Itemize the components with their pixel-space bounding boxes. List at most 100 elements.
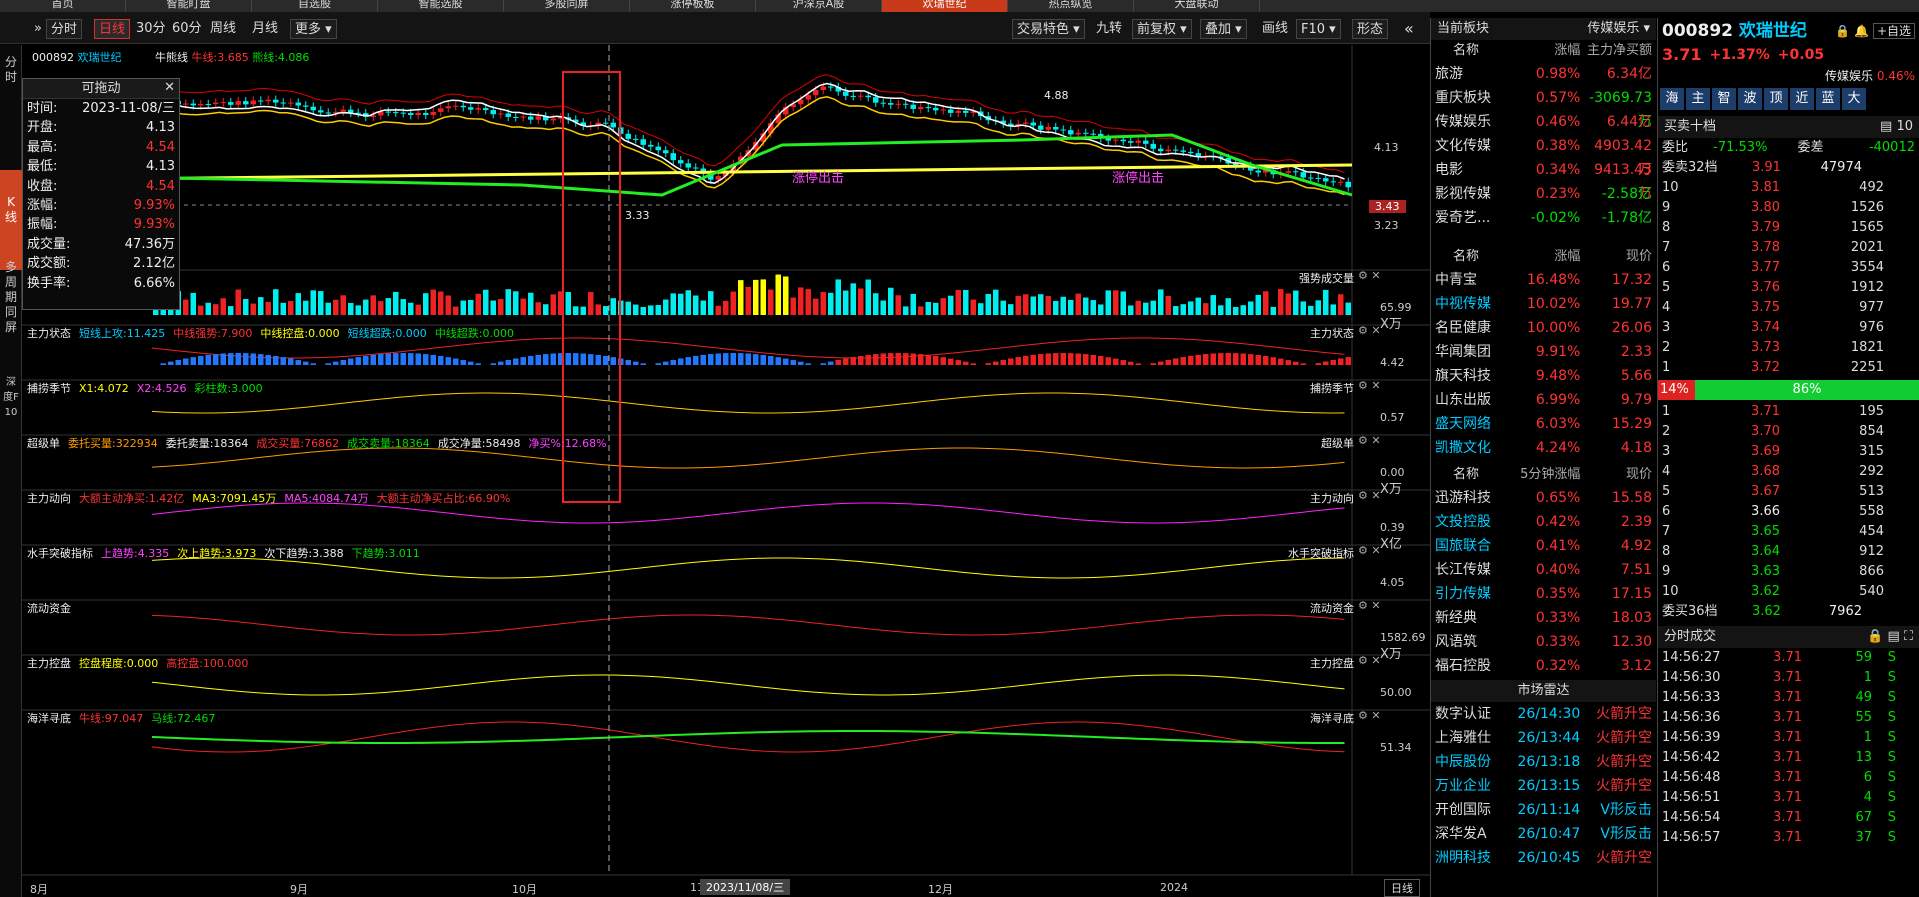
quote-tab[interactable]: 主 bbox=[1686, 88, 1710, 110]
f10-menu[interactable]: F10 ▾ bbox=[1296, 19, 1341, 39]
candle-body bbox=[850, 95, 856, 97]
tab-minute[interactable]: 分时 bbox=[2, 55, 20, 91]
state-bar bbox=[280, 357, 286, 365]
volume-bar bbox=[190, 292, 196, 315]
table-row[interactable]: 迅游科技 0.65% 15.58 bbox=[1431, 486, 1656, 510]
nav-tab[interactable]: 自选股 bbox=[252, 0, 378, 12]
table-row[interactable]: 中视传媒 10.02% 19.77 bbox=[1431, 292, 1656, 316]
panel-controls-icon[interactable]: ⚙ ✕ bbox=[1358, 654, 1381, 667]
info-popup-title[interactable]: 可拖动 ✕ bbox=[23, 79, 179, 99]
table-row[interactable]: 数字认证 26/14:30 火箭升空 bbox=[1431, 702, 1656, 726]
table-row[interactable]: 影视传媒 0.23% -2.58亿 bbox=[1431, 182, 1656, 206]
collapse-right-icon[interactable]: « bbox=[1400, 19, 1418, 39]
table-row[interactable]: 深华发A 26/10:47 V形反击 bbox=[1431, 822, 1656, 846]
table-row[interactable]: 万业企业 26/13:15 火箭升空 bbox=[1431, 774, 1656, 798]
table-row[interactable]: 洲明科技 26/10:45 火箭升空 bbox=[1431, 846, 1656, 870]
nav-tab[interactable]: 多股同屏 bbox=[504, 0, 630, 12]
table-row[interactable]: 上海雅仕 26/13:44 火箭升空 bbox=[1431, 726, 1656, 750]
table-row[interactable]: 中辰股份 26/13:18 火箭升空 bbox=[1431, 750, 1656, 774]
trade-feature-menu[interactable]: 交易特色 ▾ bbox=[1012, 19, 1085, 39]
kline-chart-svg[interactable] bbox=[22, 45, 1430, 897]
adjust-menu[interactable]: 前复权 ▾ bbox=[1132, 19, 1192, 39]
candle-body bbox=[318, 110, 324, 113]
table-row[interactable]: 盛天网络 6.03% 15.29 bbox=[1431, 412, 1656, 436]
period-30min[interactable]: 30分 bbox=[132, 19, 170, 39]
nav-tab[interactable]: 涨停板板 bbox=[630, 0, 756, 12]
table-row[interactable]: 华闻集团 9.91% 2.33 bbox=[1431, 340, 1656, 364]
nav-tab[interactable]: 智能盯盘 bbox=[126, 0, 252, 12]
period-month[interactable]: 月线 bbox=[248, 19, 282, 39]
panel-controls-icon[interactable]: ⚙ ✕ bbox=[1358, 324, 1381, 337]
table-row[interactable]: 国旅联合 0.41% 4.92 bbox=[1431, 534, 1656, 558]
volume-bar bbox=[910, 293, 916, 315]
state-bar bbox=[1233, 353, 1239, 365]
add-watchlist-button[interactable]: +自选 bbox=[1872, 23, 1915, 39]
panel-controls-icon[interactable]: ⚙ ✕ bbox=[1358, 379, 1381, 392]
table-row[interactable]: 山东出版 6.99% 9.79 bbox=[1431, 388, 1656, 412]
quote-tab[interactable]: 近 bbox=[1790, 88, 1814, 110]
state-bar bbox=[715, 353, 721, 365]
table-row[interactable]: 风语筑 0.33% 12.30 bbox=[1431, 630, 1656, 654]
close-icon[interactable]: ✕ bbox=[164, 78, 175, 98]
panel-controls-icon[interactable]: ⚙ ✕ bbox=[1358, 709, 1381, 722]
nav-tab[interactable]: 热点纵览 bbox=[1008, 0, 1134, 12]
table-row[interactable]: 文化传媒 0.38% 4903.42万 bbox=[1431, 134, 1656, 178]
table-row[interactable]: 旅游 0.98% 6.34亿 bbox=[1431, 62, 1656, 86]
nav-tab[interactable]: 欢瑞世纪 bbox=[882, 0, 1008, 12]
table-row[interactable]: 传媒娱乐 0.46% 6.44亿 bbox=[1431, 110, 1656, 134]
table-cell: 0.41% bbox=[1535, 538, 1581, 554]
volume-bar bbox=[670, 293, 676, 315]
more-menu[interactable]: 更多 ▾ bbox=[290, 19, 337, 39]
collapse-icon[interactable]: » bbox=[30, 19, 46, 39]
table-row[interactable]: 福石控股 0.32% 3.12 bbox=[1431, 654, 1656, 678]
period-60min[interactable]: 60分 bbox=[168, 19, 206, 39]
book-volume: 976 bbox=[1859, 320, 1884, 335]
tab-f10[interactable]: 深度F10 bbox=[2, 375, 20, 455]
table-row[interactable]: 重庆板块 0.57% -3069.73万 bbox=[1431, 86, 1656, 130]
nav-tab[interactable]: 沪深京A股 bbox=[756, 0, 882, 12]
x-axis-period[interactable]: 日线 bbox=[1384, 879, 1420, 897]
quote-tab[interactable]: 海 bbox=[1660, 88, 1684, 110]
table-row[interactable]: 爱奇艺... -0.02% -1.78亿 bbox=[1431, 206, 1656, 230]
table-row[interactable]: 旗天科技 9.48% 5.66 bbox=[1431, 364, 1656, 388]
table-row[interactable]: 凯撒文化 4.24% 4.18 bbox=[1431, 436, 1656, 460]
table-row[interactable]: 文投控股 0.42% 2.39 bbox=[1431, 510, 1656, 534]
panel-controls-icon[interactable]: ⚙ ✕ bbox=[1358, 489, 1381, 502]
tab-multi-period[interactable]: 多周期同屏 bbox=[2, 260, 20, 370]
candle-body bbox=[865, 95, 871, 98]
table-row[interactable]: 长江传媒 0.40% 7.51 bbox=[1431, 558, 1656, 582]
period-week[interactable]: 周线 bbox=[206, 19, 240, 39]
quote-tab[interactable]: 智 bbox=[1712, 88, 1736, 110]
nine-turn-button[interactable]: 九转 bbox=[1092, 19, 1126, 39]
table-row[interactable]: 名臣健康 10.00% 26.06 bbox=[1431, 316, 1656, 340]
table-row[interactable]: 开创国际 26/11:14 V形反击 bbox=[1431, 798, 1656, 822]
tab-kline[interactable]: K线 bbox=[2, 195, 20, 231]
panel-controls-icon[interactable]: ⚙ ✕ bbox=[1358, 269, 1381, 282]
nav-tab[interactable]: 首页 bbox=[0, 0, 126, 12]
period-day[interactable]: 日线 bbox=[94, 19, 131, 39]
volume-bar bbox=[1270, 306, 1276, 315]
quote-tab[interactable]: 蓝 bbox=[1816, 88, 1840, 110]
pattern-menu[interactable]: 形态 bbox=[1352, 19, 1389, 39]
panel-controls-icon[interactable]: ⚙ ✕ bbox=[1358, 599, 1381, 612]
info-popup[interactable]: 可拖动 ✕ 时间: 2023-11-08/三 开盘: 4.13 最高: 4.54 最低: 4.1… bbox=[22, 78, 180, 310]
quote-tab[interactable]: 波 bbox=[1738, 88, 1762, 110]
table-row[interactable]: 引力传媒 0.35% 17.15 bbox=[1431, 582, 1656, 606]
panel-controls-icon[interactable]: ⚙ ✕ bbox=[1358, 544, 1381, 557]
period-minute[interactable]: 分时 bbox=[46, 19, 83, 39]
nav-tab[interactable]: 大盘联动 bbox=[1134, 0, 1260, 12]
candle-body bbox=[213, 102, 219, 105]
overlay-menu[interactable]: 叠加 ▾ bbox=[1200, 19, 1247, 39]
state-bar bbox=[1023, 355, 1029, 365]
trade-time: 14:56:30 bbox=[1662, 670, 1721, 685]
draw-button[interactable]: 画线 bbox=[1258, 19, 1292, 39]
quote-tab[interactable]: 大 bbox=[1842, 88, 1866, 110]
nav-tab[interactable]: 智能选股 bbox=[378, 0, 504, 12]
chart-area[interactable]: 000892 欢瑞世纪 牛熊线 牛线:3.685 熊线:4.086 4.13 3… bbox=[22, 45, 1430, 897]
table-row[interactable]: 中青宝 16.48% 17.32 bbox=[1431, 268, 1656, 292]
table-row[interactable]: 电影 0.34% 9413.43万 bbox=[1431, 158, 1656, 202]
quote-tab[interactable]: 顶 bbox=[1764, 88, 1788, 110]
volume-bar bbox=[198, 305, 204, 315]
table-row[interactable]: 新经典 0.33% 18.03 bbox=[1431, 606, 1656, 630]
panel-controls-icon[interactable]: ⚙ ✕ bbox=[1358, 434, 1381, 447]
